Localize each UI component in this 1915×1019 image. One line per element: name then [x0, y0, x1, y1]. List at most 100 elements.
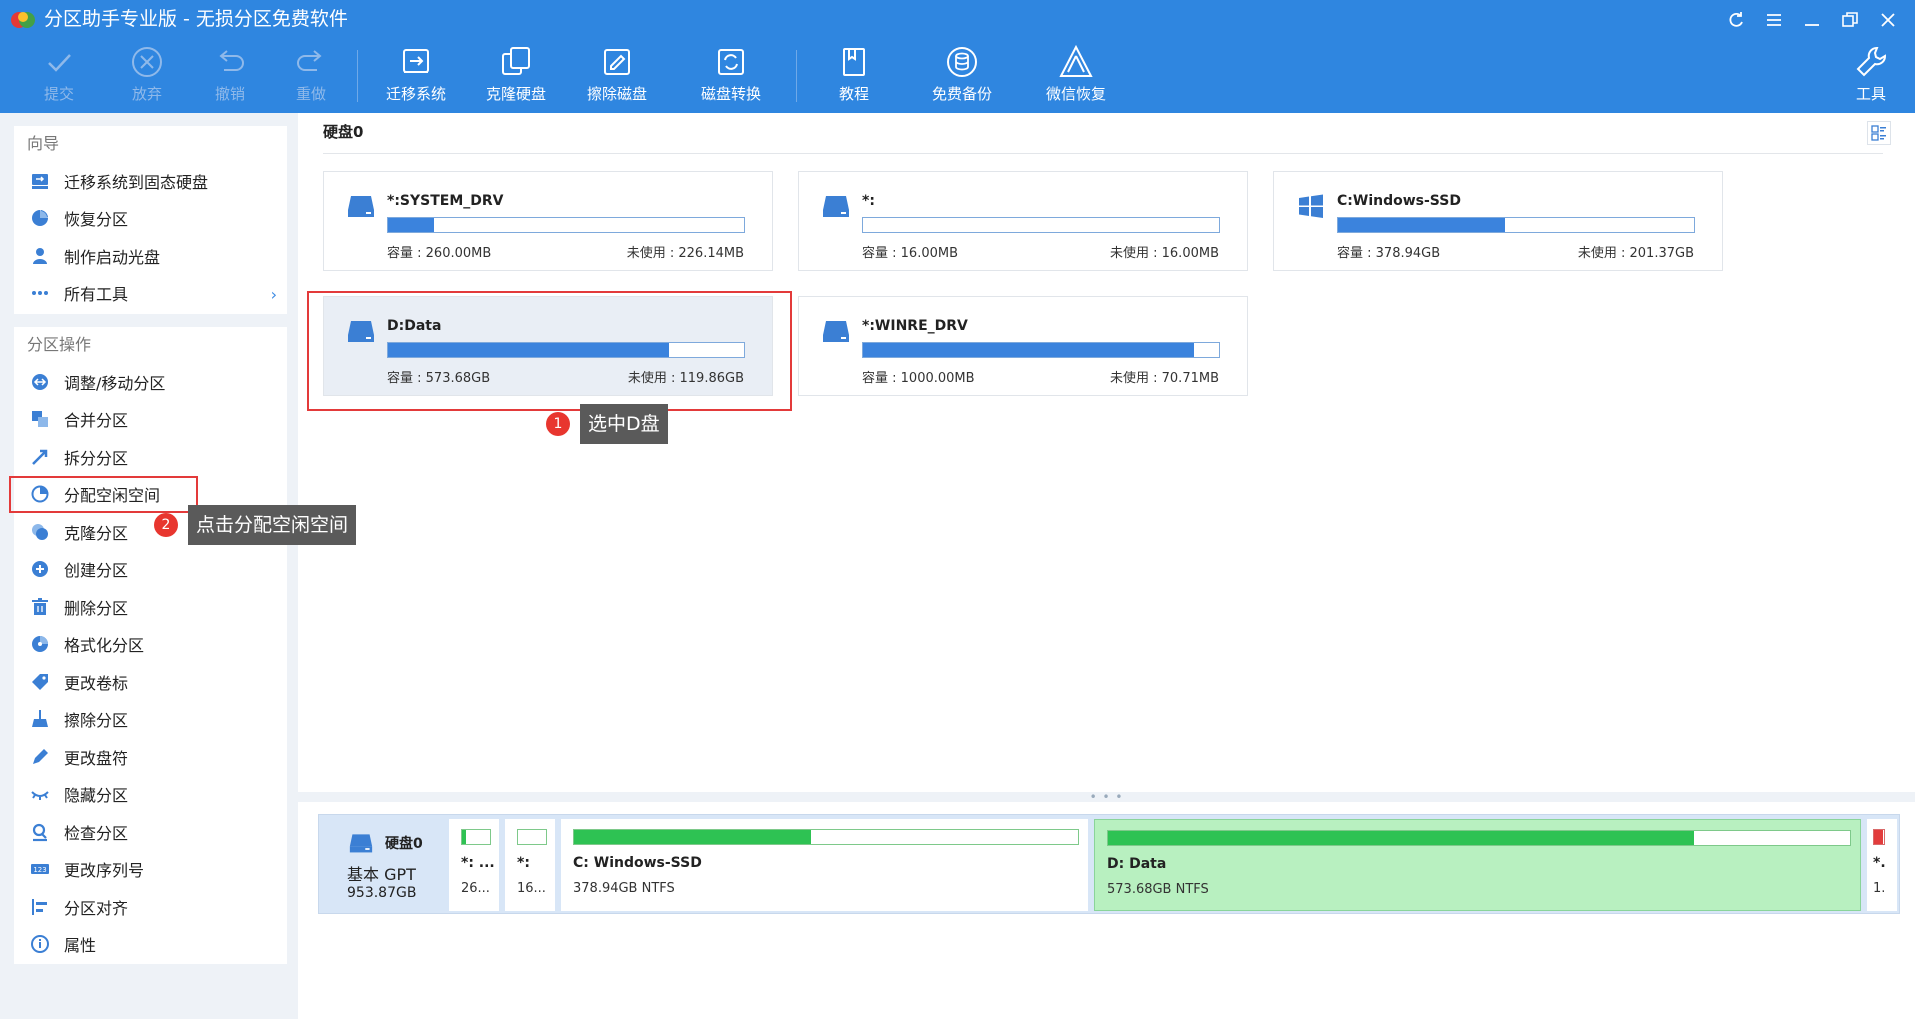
chevron-right-icon: ›	[270, 284, 277, 304]
toolbar-separator	[796, 50, 797, 102]
partition-card-c[interactable]: C:Windows-SSD 容量 : 378.94GB 未使用 : 201.37…	[1273, 171, 1723, 271]
tools-button[interactable]: 工具	[1836, 42, 1906, 110]
sidebar-item-label: 所有工具	[64, 285, 129, 305]
sidebar-item-properties[interactable]: 属性	[14, 926, 287, 964]
app-logo-icon	[11, 12, 35, 28]
callout-step-1: 1 选中D盘	[546, 404, 668, 444]
disk-summary[interactable]: 硬盘0 基本 GPT 953.87GB	[323, 819, 449, 911]
map-partition-unnamed[interactable]: *: 16...	[505, 819, 555, 911]
callout-step-2: 2 点击分配空闲空间	[154, 505, 357, 545]
capacity-text: 容量 : 260.00MB	[387, 242, 491, 261]
drive-icon	[348, 196, 374, 217]
sidebar-item-wipe-partition[interactable]: 擦除分区	[14, 701, 287, 739]
wipe-disk-button[interactable]: 擦除磁盘	[572, 42, 662, 110]
minimize-icon	[1805, 24, 1819, 26]
step-number: 2	[154, 513, 178, 537]
sidebar-item-format-partition[interactable]: 格式化分区	[14, 626, 287, 664]
sidebar-item-check-partition[interactable]: 检查分区	[14, 813, 287, 851]
capacity-text: 容量 : 1000.00MB	[862, 367, 975, 386]
merge-icon	[32, 411, 48, 428]
wechat-recovery-icon	[1059, 44, 1093, 77]
disk-convert-icon	[718, 49, 744, 75]
sidebar-item-all-tools[interactable]: 所有工具 ›	[14, 275, 287, 313]
map-partition-name: *: ...	[461, 855, 495, 871]
wipe-disk-icon	[604, 49, 630, 75]
sidebar-item-label: 制作启动光盘	[64, 247, 161, 267]
wipe-disk-label: 擦除磁盘	[586, 85, 647, 103]
usage-fill	[863, 343, 1195, 357]
book-icon	[843, 48, 865, 76]
free-backup-button[interactable]: 免费备份	[917, 42, 1007, 110]
redo-button[interactable]: 重做	[266, 42, 356, 110]
undo-button[interactable]: 撤销	[185, 42, 275, 110]
map-partition-system[interactable]: *: ... 26...	[449, 819, 499, 911]
disk-map-area: 硬盘0 基本 GPT 953.87GB *: ... 26... *: 16..…	[298, 802, 1915, 1019]
partition-ops-title: 分区操作	[27, 335, 92, 354]
commit-button[interactable]: 提交	[14, 42, 104, 110]
label-tag-icon	[32, 673, 48, 690]
commit-label: 提交	[43, 85, 74, 103]
sidebar-item-recover-partition[interactable]: 恢复分区	[14, 200, 287, 238]
sidebar-item-label: 检查分区	[64, 823, 129, 843]
sidebar-item-create-partition[interactable]: 创建分区	[14, 551, 287, 589]
capacity-value: 16.00MB	[900, 246, 959, 261]
sidebar-item-merge[interactable]: 合并分区	[14, 401, 287, 439]
redo-label: 重做	[295, 85, 326, 103]
partition-name: C:Windows-SSD	[1337, 193, 1461, 209]
boot-disc-icon	[33, 247, 47, 264]
discard-button[interactable]: 放弃	[102, 42, 192, 110]
more-tools-icon	[32, 291, 48, 296]
disk-size: 953.87GB	[347, 885, 417, 901]
highlight-d-partition	[307, 291, 792, 411]
tutorial-button[interactable]: 教程	[809, 42, 899, 110]
clone-disk-button[interactable]: 克隆硬盘	[471, 42, 561, 110]
sidebar-item-boot-disc[interactable]: 制作启动光盘	[14, 237, 287, 275]
menu-button[interactable]	[1759, 6, 1789, 34]
panel-splitter[interactable]: • • •	[298, 791, 1915, 803]
partition-card-system[interactable]: *:SYSTEM_DRV 容量 : 260.00MB 未使用 : 226.14M…	[323, 171, 773, 271]
migrate-os-button[interactable]: 迁移系统	[371, 42, 461, 110]
free-text: 未使用 : 16.00MB	[1110, 242, 1219, 261]
sidebar-item-align-partition[interactable]: 分区对齐	[14, 888, 287, 926]
window-controls	[1721, 6, 1903, 34]
sidebar-item-change-serial[interactable]: 123 更改序列号	[14, 851, 287, 889]
usage-bar	[1337, 217, 1695, 233]
partition-card-unnamed[interactable]: *: 容量 : 16.00MB 未使用 : 16.00MB	[798, 171, 1248, 271]
sidebar-item-split[interactable]: 拆分分区	[14, 438, 287, 476]
minimize-button[interactable]	[1797, 6, 1827, 34]
wipe-broom-icon	[32, 710, 48, 728]
sidebar-item-migrate-ssd[interactable]: 迁移系统到固态硬盘	[14, 162, 287, 200]
sidebar-item-label: 创建分区	[64, 561, 129, 581]
drive-icon	[823, 321, 849, 342]
capacity-prefix: 容量 :	[387, 246, 426, 261]
free-prefix: 未使用 :	[626, 246, 679, 261]
capacity-value: 378.94GB	[1375, 246, 1441, 261]
sidebar-item-label: 删除分区	[64, 598, 129, 618]
cancel-circle-icon	[132, 47, 162, 77]
partition-card-winre[interactable]: *:WINRE_DRV 容量 : 1000.00MB 未使用 : 70.71MB	[798, 296, 1248, 396]
drive-icon	[349, 834, 373, 853]
view-layout-icon	[1871, 125, 1886, 141]
sidebar-item-delete-partition[interactable]: 删除分区	[14, 588, 287, 626]
view-toggle-button[interactable]	[1867, 121, 1891, 145]
serial-number-icon: 123	[31, 864, 49, 875]
sidebar-item-hide-partition[interactable]: 隐藏分区	[14, 776, 287, 814]
wechat-recovery-button[interactable]: 微信恢复	[1031, 42, 1121, 110]
disk-convert-button[interactable]: 磁盘转换	[686, 42, 776, 110]
restore-button[interactable]	[1835, 6, 1865, 34]
windows-logo-icon	[1299, 194, 1323, 218]
map-partition-info: 16...	[517, 881, 546, 896]
discard-label: 放弃	[131, 85, 162, 103]
tools-label: 工具	[1855, 85, 1886, 103]
close-button[interactable]	[1873, 6, 1903, 34]
sidebar-item-change-label[interactable]: 更改卷标	[14, 663, 287, 701]
divider	[323, 153, 1883, 154]
sidebar-item-change-drive-letter[interactable]: 更改盘符	[14, 738, 287, 776]
map-partition-winre[interactable]: *. 1.	[1867, 819, 1897, 911]
map-partition-c[interactable]: C: Windows-SSD 378.94GB NTFS	[561, 819, 1088, 911]
refresh-button[interactable]	[1721, 6, 1751, 34]
title-bar: 分区助手专业版 - 无损分区免费软件	[0, 0, 1915, 38]
map-partition-name: *:	[517, 855, 530, 871]
map-partition-d[interactable]: D: Data 573.68GB NTFS	[1094, 819, 1861, 911]
sidebar-item-resize-move[interactable]: 调整/移动分区	[14, 363, 287, 401]
